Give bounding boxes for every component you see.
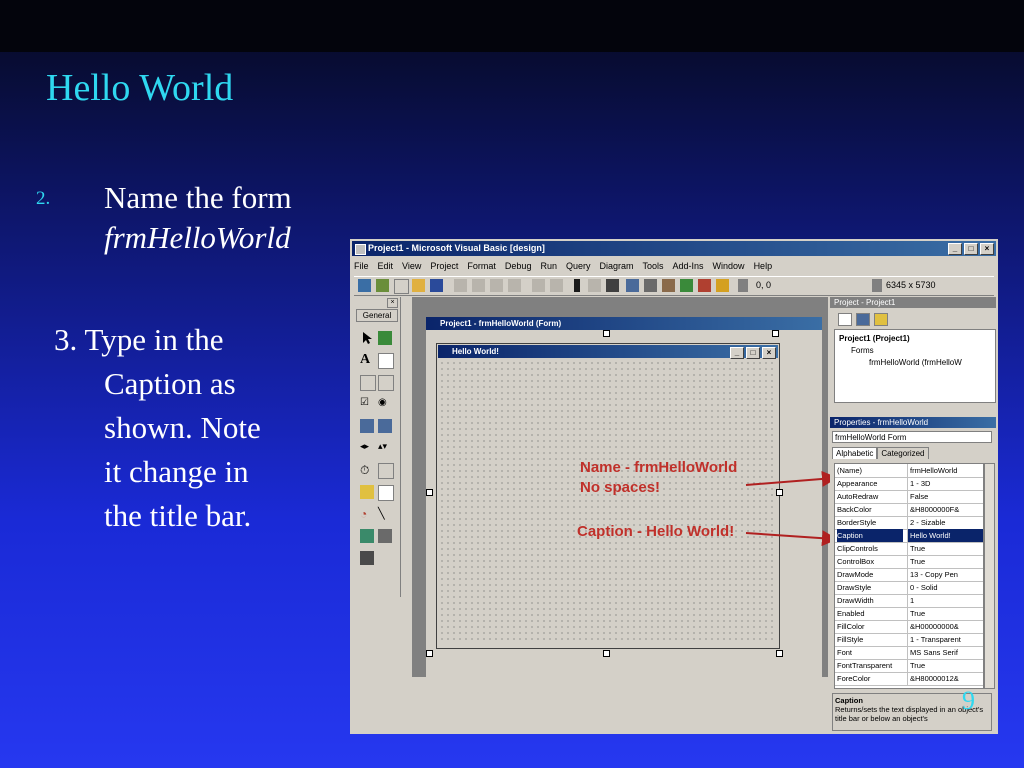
property-name: ControlBox bbox=[837, 557, 875, 566]
property-row[interactable]: FontTransparent True bbox=[835, 659, 983, 673]
property-name: Caption bbox=[837, 529, 903, 542]
property-name: Font bbox=[837, 648, 853, 657]
project-tree: Project1 (Project1) Forms frmHelloWorld … bbox=[834, 329, 996, 403]
toggle-folders-icon[interactable] bbox=[874, 313, 888, 326]
property-value[interactable]: 2 - Sizable bbox=[907, 516, 983, 529]
project-explorer-panel: Project - Project1 Project1 (Project1) F… bbox=[830, 297, 996, 417]
property-row[interactable]: AutoRedraw False bbox=[835, 490, 983, 504]
property-row[interactable]: FillStyle 1 - Transparent bbox=[835, 633, 983, 647]
step-3-line-5: the title bar. bbox=[104, 498, 252, 533]
property-row[interactable]: BorderStyle 2 - Sizable bbox=[835, 516, 983, 530]
property-value[interactable]: 1 bbox=[907, 594, 983, 607]
property-name: (Name) bbox=[837, 466, 863, 475]
property-row[interactable]: Appearance 1 - 3D bbox=[835, 477, 983, 491]
property-name: DrawMode bbox=[837, 570, 874, 579]
property-name: Enabled bbox=[837, 609, 865, 618]
properties-grid: (Name) frmHelloWorld Appearance 1 - 3D AutoR… bbox=[834, 463, 984, 689]
property-value[interactable]: True bbox=[907, 555, 983, 568]
property-name: BorderStyle bbox=[837, 518, 877, 527]
property-value[interactable]: True bbox=[907, 542, 983, 555]
step-3-line-3: shown. Note bbox=[104, 410, 261, 445]
description-text: Returns/sets the text displayed in an ob… bbox=[835, 705, 984, 723]
property-value[interactable]: &H80000012& bbox=[907, 672, 983, 685]
property-name: DrawStyle bbox=[837, 583, 872, 592]
tab-alphabetic[interactable]: Alphabetic bbox=[832, 447, 878, 459]
slide-top-band bbox=[0, 0, 1024, 52]
tree-project-node[interactable]: Project1 (Project1) bbox=[839, 334, 910, 343]
tree-forms-folder[interactable]: Forms bbox=[851, 346, 874, 355]
property-row[interactable]: ClipControls True bbox=[835, 542, 983, 556]
property-name: BackColor bbox=[837, 505, 872, 514]
property-row[interactable]: FillColor &H00000000& bbox=[835, 620, 983, 634]
property-value[interactable]: &H00000000& bbox=[907, 620, 983, 633]
step-2-number: 2. bbox=[36, 188, 51, 209]
property-name: ForeColor bbox=[837, 674, 871, 683]
step-2-label: Name the form bbox=[104, 180, 292, 215]
property-row[interactable]: Caption Hello World! bbox=[835, 529, 983, 543]
tree-form-node[interactable]: frmHelloWorld (frmHelloW bbox=[869, 358, 962, 367]
property-value[interactable]: frmHelloWorld bbox=[907, 464, 983, 477]
property-row[interactable]: (Name) frmHelloWorld bbox=[835, 464, 983, 478]
step-2-form-name: frmHelloWorld bbox=[104, 220, 291, 255]
property-row[interactable]: DrawStyle 0 - Solid bbox=[835, 581, 983, 595]
property-row[interactable]: ControlBox True bbox=[835, 555, 983, 569]
property-value[interactable]: 0 - Solid bbox=[907, 581, 983, 594]
vb-ide-window: Project1 - Microsoft Visual Basic [desig… bbox=[350, 239, 998, 734]
property-value[interactable]: 13 - Copy Pen bbox=[907, 568, 983, 581]
property-value[interactable]: 1 - Transparent bbox=[907, 633, 983, 646]
view-code-icon[interactable] bbox=[838, 313, 852, 326]
step-3-line-1: 3. Type in the bbox=[54, 322, 224, 357]
caption-arrow bbox=[745, 530, 838, 547]
property-row[interactable]: DrawWidth 1 bbox=[835, 594, 983, 608]
property-row[interactable]: BackColor &H8000000F& bbox=[835, 503, 983, 517]
step-2-text: Name the form frmHelloWorld bbox=[104, 178, 292, 258]
property-row[interactable]: Enabled True bbox=[835, 607, 983, 621]
step-3-line-4: it change in bbox=[104, 454, 249, 489]
property-name: AutoRedraw bbox=[837, 492, 879, 501]
property-row[interactable]: DrawMode 13 - Copy Pen bbox=[835, 568, 983, 582]
property-name: FillStyle bbox=[837, 635, 864, 644]
property-value[interactable]: False bbox=[907, 490, 983, 503]
properties-tabs: Alphabetic Categorized bbox=[832, 447, 929, 459]
name-arrow bbox=[745, 470, 838, 487]
slide-title: Hello World bbox=[46, 67, 234, 109]
property-name: Appearance bbox=[837, 479, 878, 488]
project-explorer-title: Project - Project1 bbox=[830, 297, 996, 308]
step-3-text: 3. Type in the Caption as shown. Note it… bbox=[54, 318, 334, 538]
property-name: DrawWidth bbox=[837, 596, 874, 605]
property-name: FillColor bbox=[837, 622, 865, 631]
property-value[interactable]: 1 - 3D bbox=[907, 477, 983, 490]
object-selector[interactable]: frmHelloWorld Form bbox=[832, 431, 992, 443]
property-value[interactable]: True bbox=[907, 659, 983, 672]
property-name: FontTransparent bbox=[837, 661, 893, 670]
properties-scrollbar[interactable] bbox=[984, 463, 995, 689]
property-value[interactable]: Hello World! bbox=[907, 529, 983, 542]
property-value[interactable]: &H8000000F& bbox=[907, 503, 983, 516]
property-value[interactable]: MS Sans Serif bbox=[907, 646, 983, 659]
properties-title: Properties - frmHelloWorld bbox=[830, 417, 996, 428]
view-object-icon[interactable] bbox=[856, 313, 870, 326]
property-name: ClipControls bbox=[837, 544, 878, 553]
property-row[interactable]: ForeColor &H80000012& bbox=[835, 672, 983, 686]
tab-categorized[interactable]: Categorized bbox=[877, 447, 929, 459]
property-row[interactable]: Font MS Sans Serif bbox=[835, 646, 983, 660]
property-value[interactable]: True bbox=[907, 607, 983, 620]
step-3-line-2: Caption as bbox=[104, 366, 236, 401]
page-number: 9 bbox=[962, 686, 975, 715]
